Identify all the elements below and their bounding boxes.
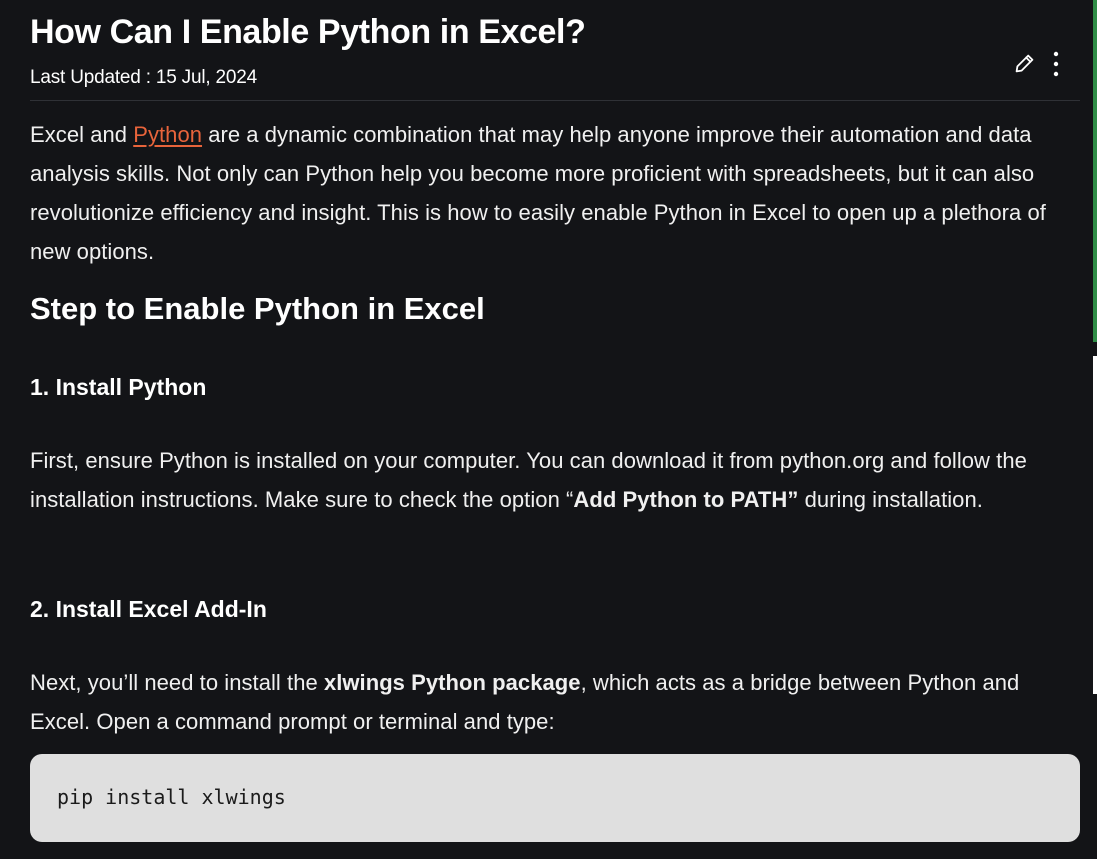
code-block: pip install xlwings <box>30 754 1080 842</box>
article-title: How Can I Enable Python in Excel? <box>30 13 586 51</box>
python-link[interactable]: Python <box>133 122 202 147</box>
last-updated: Last Updated : 15 Jul, 2024 <box>30 67 257 88</box>
intro-text-start: Excel and <box>30 122 134 147</box>
step-1-bold-text: Add Python to PATH” <box>573 487 799 512</box>
more-vertical-icon[interactable] <box>1048 51 1064 77</box>
pencil-icon[interactable] <box>1013 51 1037 75</box>
article-actions <box>1010 48 1070 80</box>
scrollbar[interactable] <box>1093 356 1097 694</box>
step-2-text: Next, you’ll need to install the <box>30 670 324 695</box>
code-command: pip install xlwings <box>57 785 286 809</box>
step-2-bold-text: xlwings Python package <box>323 670 581 695</box>
step-2-heading: 2. Install Excel Add-In <box>30 596 267 622</box>
intro-paragraph: Excel and Python are a dynamic combinati… <box>30 115 1075 271</box>
article: How Can I Enable Python in Excel? Last U… <box>30 0 1080 859</box>
step-1-paragraph: First, ensure Python is installed on you… <box>30 441 1075 519</box>
section-heading: Step to Enable Python in Excel <box>30 291 485 326</box>
step-2-paragraph: Next, you’ll need to install the xlwings… <box>30 663 1075 741</box>
step-1-text-end: during installation. <box>798 487 983 512</box>
scroll-accent-bar <box>1093 0 1097 342</box>
step-1-heading: 1. Install Python <box>30 374 207 400</box>
header-divider <box>30 100 1080 101</box>
